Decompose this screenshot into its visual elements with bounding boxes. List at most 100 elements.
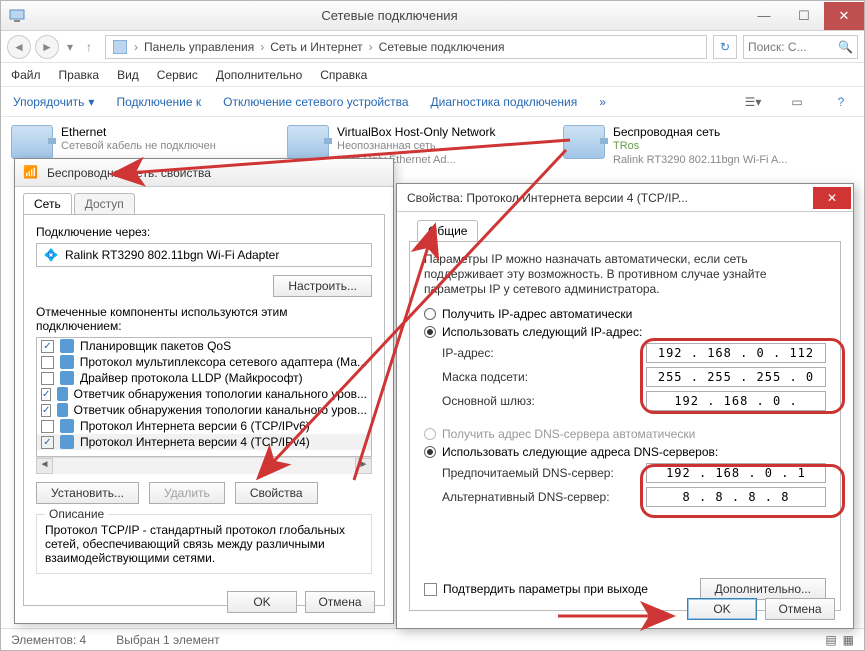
protocol-icon (57, 403, 67, 417)
breadcrumb-part[interactable]: Сеть и Интернет (270, 40, 362, 54)
dns1-label: Предпочитаемый DNS-сервер: (442, 466, 646, 480)
list-item[interactable]: ✓Ответчик обнаружения топологии канально… (37, 386, 371, 402)
install-button[interactable]: Установить... (36, 482, 139, 504)
ip-input[interactable]: 192 . 168 . 0 . 112 (646, 343, 826, 363)
tool-diagnose[interactable]: Диагностика подключения (431, 95, 578, 109)
menu-file[interactable]: Файл (11, 68, 41, 82)
minimize-button[interactable]: — (744, 2, 784, 30)
advanced-button[interactable]: Дополнительно... (700, 578, 826, 600)
ok-button[interactable]: OK (227, 591, 297, 613)
protocol-icon (60, 419, 74, 433)
description-text: Протокол TCP/IP - стандартный протокол г… (45, 523, 363, 565)
maximize-button[interactable]: ☐ (784, 2, 824, 30)
dialog-titlebar: Свойства: Протокол Интернета версии 4 (T… (397, 184, 853, 212)
refresh-button[interactable]: ↻ (713, 35, 737, 59)
dialog-titlebar: 📶 Беспроводная сеть: свойства (15, 159, 393, 187)
ok-button[interactable]: OK (687, 598, 757, 620)
properties-button[interactable]: Свойства (235, 482, 318, 504)
tab-network[interactable]: Сеть (23, 193, 72, 214)
dns2-label: Альтернативный DNS-сервер: (442, 490, 646, 504)
card-icon: 💠 (43, 247, 59, 263)
breadcrumb-part[interactable]: Панель управления (144, 40, 254, 54)
recent-dropdown[interactable]: ▾ (63, 40, 77, 54)
checkbox-icon[interactable] (41, 356, 54, 369)
close-button[interactable]: ✕ (824, 2, 864, 30)
radio-icon[interactable] (424, 446, 436, 458)
preview-pane-button[interactable]: ▭ (786, 91, 808, 113)
breadcrumb-bar: ◄ ► ▾ ↑ › Панель управления › Сеть и Инт… (1, 31, 864, 63)
back-button[interactable]: ◄ (7, 35, 31, 59)
menu-extra[interactable]: Дополнительно (216, 68, 302, 82)
list-item[interactable]: ✓Планировщик пакетов QoS (37, 338, 371, 354)
radio-auto-ip[interactable]: Получить IP-адрес автоматически (424, 307, 826, 321)
adapter-properties-dialog: 📶 Беспроводная сеть: свойства Сеть Досту… (14, 158, 394, 624)
radio-icon[interactable] (424, 326, 436, 338)
radio-manual-ip[interactable]: Использовать следующий IP-адрес: (424, 325, 826, 339)
list-item-tcpipv4[interactable]: ✓Протокол Интернета версии 4 (TCP/IPv4) (37, 434, 371, 450)
ip-settings-group: IP-адрес: 192 . 168 . 0 . 112 Маска подс… (442, 343, 826, 411)
address-bar[interactable]: › Панель управления › Сеть и Интернет › … (105, 35, 707, 59)
mask-input[interactable]: 255 . 255 . 255 . 0 (646, 367, 826, 387)
list-item[interactable]: ✓Ответчик обнаружения топологии канально… (37, 402, 371, 418)
help-button[interactable]: ? (830, 91, 852, 113)
explain-text: Параметры IP можно назначать автоматичес… (424, 252, 826, 297)
checkbox-icon[interactable]: ✓ (41, 340, 54, 353)
details-view-icon[interactable]: ▤ (825, 633, 836, 647)
menu-service[interactable]: Сервис (157, 68, 198, 82)
checkbox-icon[interactable]: ✓ (41, 388, 51, 401)
radio-icon (424, 428, 436, 440)
search-input[interactable]: Поиск: С... 🔍 (743, 35, 858, 59)
mask-label: Маска подсети: (442, 370, 646, 384)
forward-button[interactable]: ► (35, 35, 59, 59)
breadcrumb-part[interactable]: Сетевые подключения (379, 40, 505, 54)
tool-more[interactable]: » (599, 95, 606, 109)
cancel-button[interactable]: Отмена (305, 591, 375, 613)
components-list[interactable]: ✓Планировщик пакетов QoS Протокол мульти… (36, 337, 372, 457)
gateway-label: Основной шлюз: (442, 394, 646, 408)
adapter-wireless[interactable]: Беспроводная сеть TRos Ralink RT3290 802… (563, 125, 843, 167)
tab-general[interactable]: Общие (417, 220, 478, 241)
nic-icon (11, 125, 53, 159)
configure-button[interactable]: Настроить... (273, 275, 372, 297)
menu-help[interactable]: Справка (320, 68, 367, 82)
tool-organize[interactable]: Упорядочить ▾ (13, 95, 94, 109)
protocol-icon (60, 371, 74, 385)
list-item[interactable]: Протокол Интернета версии 6 (TCP/IPv6) (37, 418, 371, 434)
close-button[interactable]: ✕ (813, 187, 851, 209)
menu-view[interactable]: Вид (117, 68, 139, 82)
dns2-input[interactable]: 8 . 8 . 8 . 8 (646, 487, 826, 507)
tab-access[interactable]: Доступ (74, 193, 135, 214)
status-bar: Элементов: 4 Выбран 1 элемент ▤ ▦ (1, 628, 864, 650)
nic-icon (287, 125, 329, 159)
view-options-button[interactable]: ☰▾ (742, 91, 764, 113)
checkbox-icon[interactable]: ✓ (41, 404, 51, 417)
tool-disable[interactable]: Отключение сетевого устройства (223, 95, 408, 109)
cancel-button[interactable]: Отмена (765, 598, 835, 620)
menu-edit[interactable]: Правка (59, 68, 100, 82)
ipv4-properties-dialog: Свойства: Протокол Интернета версии 4 (T… (396, 183, 854, 629)
radio-manual-dns[interactable]: Использовать следующие адреса DNS-сервер… (424, 445, 826, 459)
scroll-right-icon[interactable]: ► (355, 458, 372, 474)
checkbox-icon[interactable] (424, 583, 437, 596)
checkbox-icon[interactable] (41, 420, 54, 433)
tiles-view-icon[interactable]: ▦ (843, 633, 854, 647)
radio-icon[interactable] (424, 308, 436, 320)
menu-bar: Файл Правка Вид Сервис Дополнительно Спр… (1, 63, 864, 87)
list-item[interactable]: Драйвер протокола LLDP (Майкрософт) (37, 370, 371, 386)
adapter-status: TRos (613, 139, 787, 153)
scroll-left-icon[interactable]: ◄ (36, 458, 53, 474)
up-button[interactable]: ↑ (77, 35, 101, 59)
description-label: Описание (45, 507, 108, 521)
horizontal-scrollbar[interactable]: ◄► (36, 457, 372, 474)
adapter-status: Сетевой кабель не подключен (61, 139, 216, 153)
list-item[interactable]: Протокол мультиплексора сетевого адаптер… (37, 354, 371, 370)
status-selected: Выбран 1 элемент (116, 633, 219, 647)
adapter-name: Ethernet (61, 125, 216, 139)
checkbox-icon[interactable] (41, 372, 54, 385)
validate-checkbox[interactable]: Подтвердить параметры при выходе (424, 582, 648, 596)
dns1-input[interactable]: 192 . 168 . 0 . 1 (646, 463, 826, 483)
gateway-input[interactable]: 192 . 168 . 0 . (646, 391, 826, 411)
checkbox-icon[interactable]: ✓ (41, 436, 54, 449)
tool-connect[interactable]: Подключение к (116, 95, 201, 109)
adapter-name: Беспроводная сеть (613, 125, 787, 139)
